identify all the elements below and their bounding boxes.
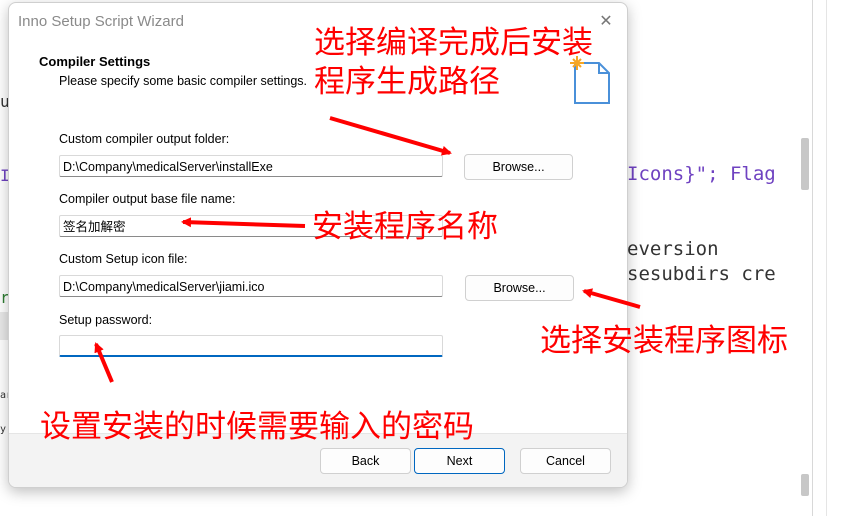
annotation-program-icon: 选择安装程序图标 [540, 323, 788, 359]
annotation-password: 设置安装的时候需要输入的密码 [40, 409, 474, 445]
arrow-to-icon-browse [582, 288, 641, 309]
annotation-output-path: 选择编译完成后安装 程序生成路径 [314, 24, 593, 102]
arrow-to-password [94, 342, 114, 383]
annotation-output-path-line2: 程序生成路径 [314, 64, 500, 100]
annotation-program-name: 安装程序名称 [312, 209, 498, 245]
annotation-output-path-line1: 选择编译完成后安装 [314, 25, 593, 61]
arrow-to-output-browse [329, 116, 452, 156]
arrow-to-base-file-name [181, 217, 306, 228]
